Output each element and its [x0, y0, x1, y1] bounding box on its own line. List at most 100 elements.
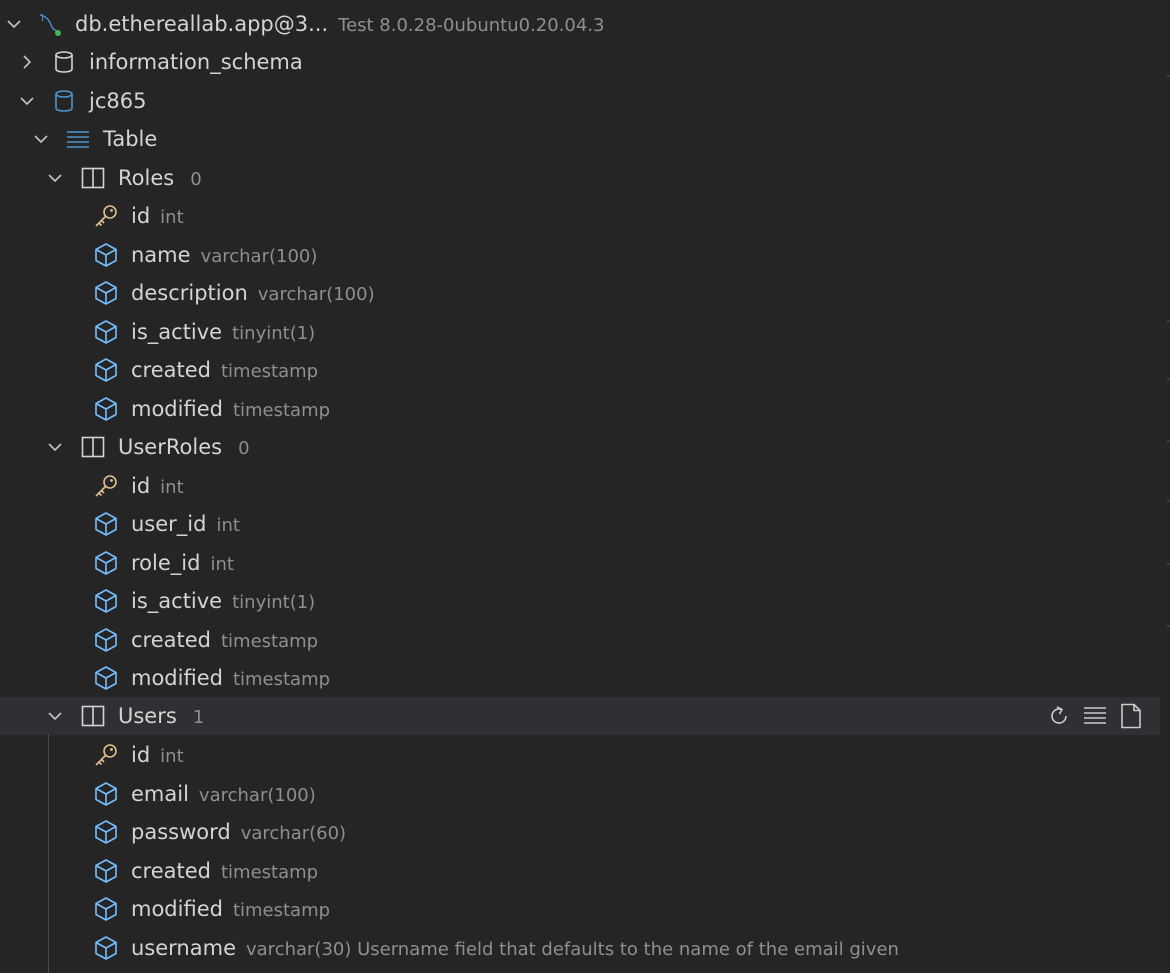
- column-node[interactable]: id int: [0, 197, 1160, 235]
- column-node[interactable]: role_id int: [0, 544, 1160, 582]
- column-node[interactable]: id int: [0, 736, 1160, 774]
- database-node-jc865[interactable]: jc865: [0, 82, 1160, 120]
- primary-key-icon: [93, 203, 119, 229]
- column-node[interactable]: created timestamp: [0, 852, 1160, 890]
- column-name: id: [131, 743, 151, 767]
- column-node[interactable]: id int: [0, 467, 1160, 505]
- column-node[interactable]: email varchar(100): [0, 775, 1160, 813]
- column-node[interactable]: password varchar(60): [0, 813, 1160, 851]
- column-label: id int: [131, 204, 184, 228]
- table-name: UserRoles: [118, 435, 223, 459]
- column-cube-icon: [93, 319, 119, 345]
- column-name: created: [131, 628, 211, 652]
- connection-name: db.ethereallab.app@3...: [75, 12, 329, 36]
- table-icon: [80, 703, 106, 729]
- column-type: timestamp: [232, 400, 331, 421]
- column-node[interactable]: created timestamp: [0, 351, 1160, 389]
- column-label: name varchar(100): [131, 243, 317, 267]
- column-cube-icon: [93, 896, 119, 922]
- chevron-down-icon[interactable]: [31, 129, 51, 149]
- database-explorer-tree: db.ethereallab.app@3... Test 8.0.28-0ubun…: [0, 0, 1170, 973]
- mysql-dolphin-icon: [36, 11, 62, 37]
- column-cube-icon: [93, 396, 119, 422]
- chevron-down-icon[interactable]: [17, 91, 37, 111]
- column-name: id: [131, 474, 151, 498]
- column-name: user_id: [131, 512, 207, 536]
- column-node[interactable]: user_id int: [0, 505, 1160, 543]
- column-label: user_id int: [131, 512, 240, 536]
- new-file-icon[interactable]: [1118, 703, 1144, 729]
- column-type: varchar(100): [200, 246, 318, 267]
- column-label: id int: [131, 474, 184, 498]
- column-name: role_id: [131, 551, 201, 575]
- chevron-right-icon[interactable]: [17, 52, 37, 72]
- chevron-down-icon[interactable]: [4, 14, 24, 34]
- table-group-node[interactable]: Table: [0, 120, 1160, 158]
- table-node-roles[interactable]: Roles 0: [0, 159, 1160, 197]
- table-group-icon: [65, 126, 91, 152]
- column-node[interactable]: description varchar(100): [0, 274, 1160, 312]
- chevron-down-icon[interactable]: [45, 168, 65, 188]
- connection-label: db.ethereallab.app@3... Test 8.0.28-0ubun…: [75, 12, 605, 36]
- column-type: tinyint(1): [232, 592, 316, 613]
- table-icon: [80, 434, 106, 460]
- table-name: Users: [118, 704, 177, 728]
- column-node[interactable]: modified timestamp: [0, 390, 1160, 428]
- column-type: int: [160, 207, 184, 228]
- column-cube-icon: [93, 511, 119, 537]
- column-type: varchar(60): [240, 823, 347, 844]
- column-cube-icon: [93, 242, 119, 268]
- column-cube-icon: [93, 280, 119, 306]
- database-icon: [51, 49, 77, 75]
- column-node[interactable]: is_active tinyint(1): [0, 582, 1160, 620]
- column-cube-icon: [93, 627, 119, 653]
- table-row-count: 0: [190, 169, 202, 190]
- column-label: modified timestamp: [131, 666, 330, 690]
- list-icon[interactable]: [1082, 703, 1108, 729]
- database-label: jc865: [89, 89, 147, 113]
- chevron-down-icon[interactable]: [45, 706, 65, 726]
- column-name: created: [131, 859, 211, 883]
- connection-description: Test 8.0.28-0ubuntu0.20.04.3: [338, 15, 605, 36]
- column-node[interactable]: username varchar(30) Username field that …: [0, 929, 1160, 967]
- column-cube-icon: [93, 819, 119, 845]
- column-node[interactable]: is_active tinyint(1): [0, 313, 1160, 351]
- database-icon: [51, 88, 77, 114]
- column-node[interactable]: modified timestamp: [0, 659, 1160, 697]
- primary-key-icon: [93, 742, 119, 768]
- refresh-icon[interactable]: [1046, 703, 1072, 729]
- column-type: int: [216, 515, 240, 536]
- column-label: email varchar(100): [131, 782, 316, 806]
- column-node[interactable]: modified timestamp: [0, 890, 1160, 928]
- column-cube-icon: [93, 935, 119, 961]
- connection-node[interactable]: db.ethereallab.app@3... Test 8.0.28-0ubun…: [0, 5, 1160, 43]
- table-row-count: 0: [238, 438, 250, 459]
- column-cube-icon: [93, 665, 119, 691]
- column-name: password: [131, 820, 231, 844]
- table-name: Roles: [118, 166, 175, 190]
- column-label: password varchar(60): [131, 820, 346, 844]
- column-label: modified timestamp: [131, 397, 330, 421]
- column-node[interactable]: created timestamp: [0, 621, 1160, 659]
- table-node-users[interactable]: Users 1: [0, 697, 1160, 735]
- table-node-userroles[interactable]: UserRoles 0: [0, 428, 1160, 466]
- table-label: Users 1: [118, 704, 204, 728]
- column-label: username varchar(30) Username field that …: [131, 936, 899, 960]
- column-type: timestamp: [221, 631, 319, 652]
- table-label: Roles 0: [118, 166, 202, 190]
- column-label: is_active tinyint(1): [131, 320, 315, 344]
- column-type: varchar(100): [198, 785, 316, 806]
- database-node-information-schema[interactable]: information_schema: [0, 43, 1160, 81]
- column-cube-icon: [93, 781, 119, 807]
- column-label: is_active tinyint(1): [131, 589, 315, 613]
- column-name: id: [131, 204, 151, 228]
- vertical-scrollbar[interactable]: [1160, 0, 1170, 973]
- column-node[interactable]: name varchar(100): [0, 236, 1160, 274]
- chevron-down-icon[interactable]: [45, 437, 65, 457]
- column-type: tinyint(1): [232, 323, 316, 344]
- column-name: created: [131, 358, 211, 382]
- table-group-label: Table: [103, 127, 158, 151]
- column-label: created timestamp: [131, 358, 318, 382]
- column-cube-icon: [93, 858, 119, 884]
- column-type: timestamp: [232, 669, 331, 690]
